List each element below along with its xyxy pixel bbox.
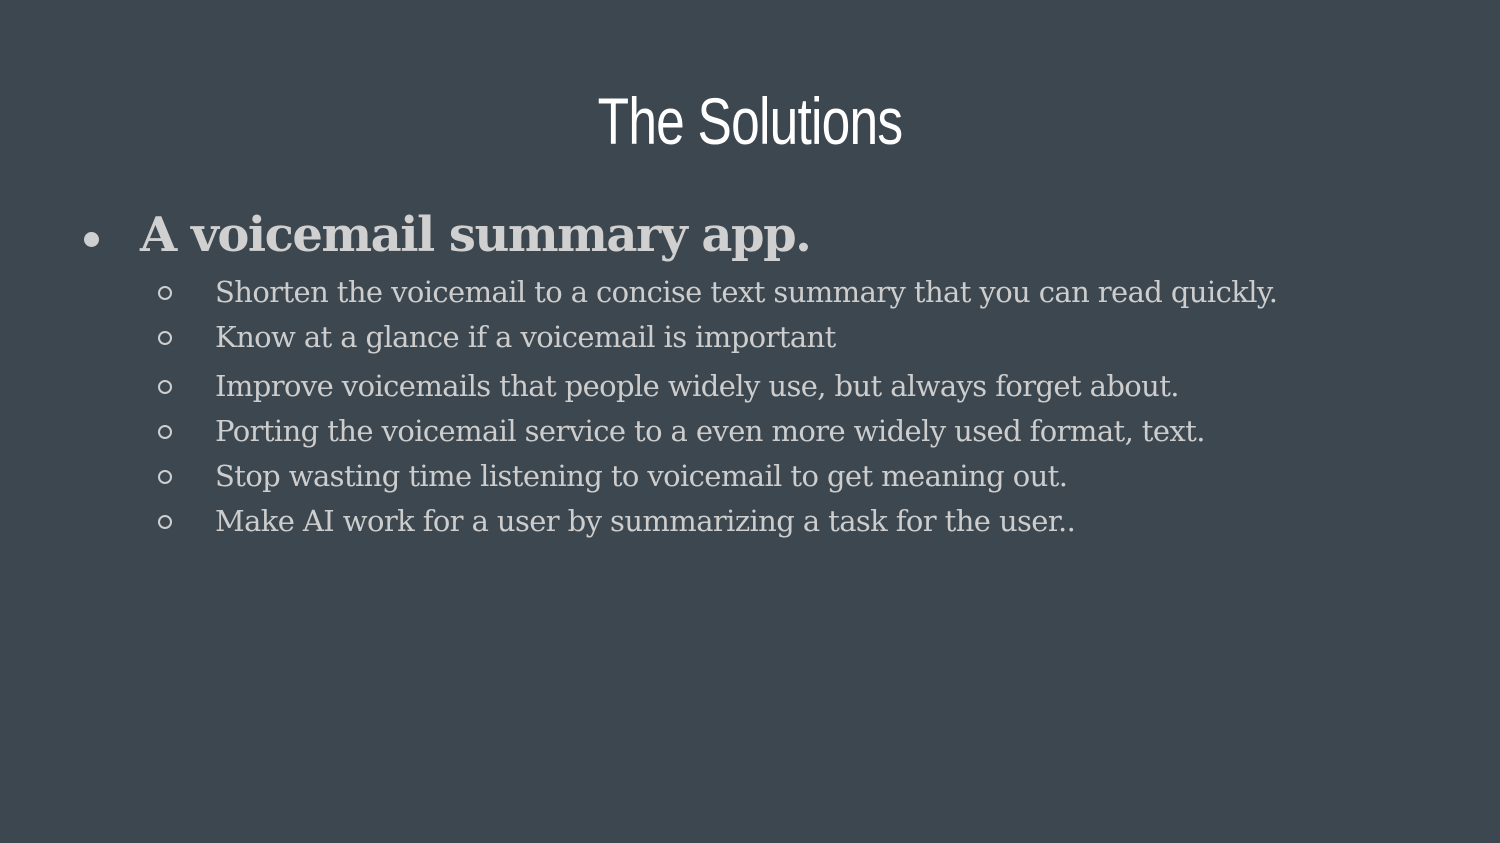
list-item: Stop wasting time listening to voicemail… [158, 454, 1277, 499]
sub-bullet-text: Make AI work for a user by summarizing a… [215, 504, 1076, 538]
hollow-circle-bullet-icon [158, 469, 172, 484]
sub-bullet-list: Shorten the voicemail to a concise text … [158, 270, 1278, 544]
sub-bullet-text: Stop wasting time listening to voicemail… [215, 459, 1068, 493]
list-item: Porting the voicemail service to a even … [158, 409, 1277, 454]
sub-bullet-text: Improve voicemails that people widely us… [215, 369, 1180, 403]
hollow-circle-bullet-icon [158, 424, 172, 439]
sub-bullet-text: Shorten the voicemail to a concise text … [215, 275, 1278, 309]
hollow-circle-bullet-icon [158, 330, 172, 345]
main-bullet-text: A voicemail summary app. [140, 207, 812, 263]
list-item: Shorten the voicemail to a concise text … [158, 270, 1278, 315]
list-item: Improve voicemails that people widely us… [158, 364, 1277, 409]
slide: The Solutions A voicemail summary app. S… [0, 0, 1500, 843]
sub-bullet-text: Porting the voicemail service to a even … [215, 414, 1205, 448]
sub-bullet-text: Know at a glance if a voicemail is impor… [215, 320, 836, 354]
hollow-circle-bullet-icon [158, 379, 172, 394]
hollow-circle-bullet-icon [158, 514, 172, 529]
slide-title: The Solutions [597, 84, 903, 158]
hollow-circle-bullet-icon [158, 285, 172, 300]
bullet-dot-icon [84, 232, 99, 247]
list-item: Make AI work for a user by summarizing a… [158, 499, 1277, 544]
list-item: Know at a glance if a voicemail is impor… [158, 315, 1277, 360]
